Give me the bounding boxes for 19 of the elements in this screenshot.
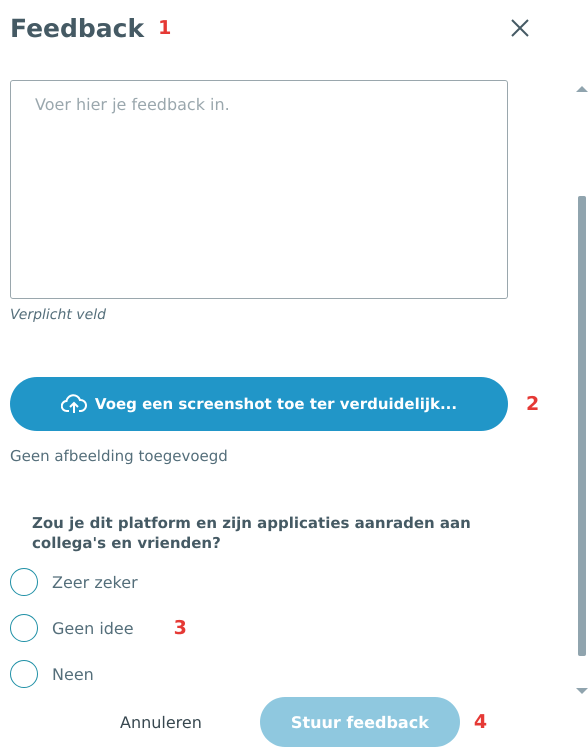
radio-option[interactable]: Zeer zeker	[10, 559, 138, 605]
feedback-field[interactable]: Voer hier je feedback in.	[10, 80, 508, 298]
annotation-number: 1	[158, 17, 172, 39]
annotation-number: 3	[174, 617, 187, 639]
annotation-number: 4	[474, 711, 488, 733]
required-hint: Verplicht veld	[10, 306, 106, 322]
radio-option[interactable]: Geen idee	[10, 605, 134, 651]
radio-button[interactable]	[10, 614, 38, 642]
cloud-upload-icon	[60, 394, 87, 414]
dialog-title: Feedback	[10, 14, 144, 42]
upload-status: Geen afbeelding toegevoegd	[10, 446, 228, 464]
question-text: Zou je dit platform en zijn applicaties aanraden aan collega's en vrienden?	[32, 512, 472, 553]
annotation-number: 2	[526, 392, 540, 414]
radio-button[interactable]	[10, 660, 38, 688]
upload-screenshot-button[interactable]: Voeg een screenshot toe ter verduidelijk...	[10, 376, 508, 430]
radio-button[interactable]	[10, 568, 38, 596]
cancel-button[interactable]: Annuleren	[110, 706, 212, 738]
close-icon	[510, 18, 530, 38]
radio-option[interactable]: Neen	[10, 651, 94, 697]
